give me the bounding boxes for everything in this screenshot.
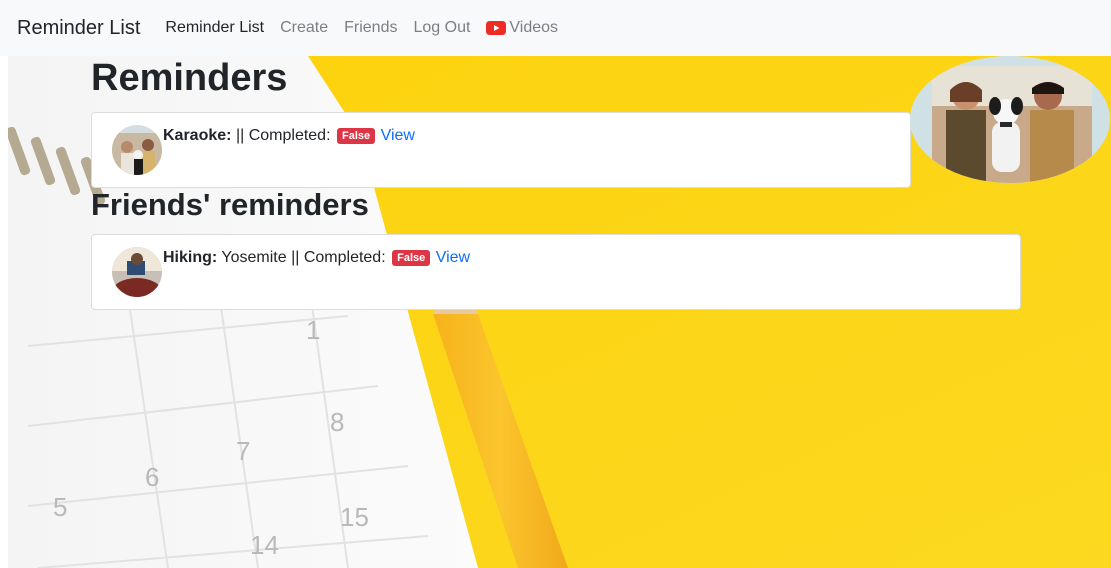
view-link[interactable]: View: [381, 127, 415, 144]
nav-link-logout[interactable]: Log Out: [413, 19, 470, 37]
friend-status-badge: False: [392, 250, 431, 266]
friend-reminder-title: Hiking:: [163, 249, 218, 266]
nav-link-videos[interactable]: Videos: [486, 19, 558, 37]
nav-link-create[interactable]: Create: [280, 19, 328, 37]
svg-text:1: 1: [306, 315, 320, 345]
friend-reminder-line: Hiking: Yosemite || Completed: False Vie…: [163, 249, 470, 267]
profile-photo: [910, 56, 1110, 183]
svg-text:8: 8: [330, 407, 344, 437]
reminder-title: Karaoke:: [163, 127, 232, 144]
nav-link-videos-label: Videos: [509, 19, 559, 36]
reminder-separator: ||: [235, 127, 245, 144]
nav-link-friends[interactable]: Friends: [344, 19, 397, 37]
svg-text:7: 7: [236, 436, 250, 466]
svg-text:14: 14: [250, 530, 279, 560]
svg-text:5: 5: [53, 492, 67, 522]
nav-link-reminder-list[interactable]: Reminder List: [165, 19, 264, 37]
friend-reminder-separator: ||: [291, 249, 300, 266]
friend-avatar: [112, 247, 162, 297]
friend-reminder-description: Yosemite: [221, 249, 287, 266]
page-left-edge: [0, 56, 8, 568]
friend-reminder-card: Hiking: Yosemite || Completed: False Vie…: [91, 234, 1021, 310]
navbar-brand[interactable]: Reminder List: [17, 17, 140, 40]
reminder-avatar: [112, 125, 162, 175]
status-badge: False: [336, 128, 376, 144]
friends-reminders-heading: Friends' reminders: [91, 187, 369, 222]
reminders-heading: Reminders: [91, 57, 288, 99]
reminder-line: Karaoke: || Completed: False View: [163, 127, 415, 145]
reminder-card: Karaoke: || Completed: False View: [91, 112, 911, 188]
svg-text:6: 6: [145, 462, 159, 492]
youtube-icon: [486, 21, 507, 35]
top-navbar: Reminder List Reminder List Create Frien…: [0, 0, 1111, 56]
friend-completed-label: Completed:: [303, 249, 386, 266]
friend-view-link[interactable]: View: [436, 249, 470, 266]
svg-text:15: 15: [340, 502, 369, 532]
completed-label: Completed:: [248, 127, 331, 144]
